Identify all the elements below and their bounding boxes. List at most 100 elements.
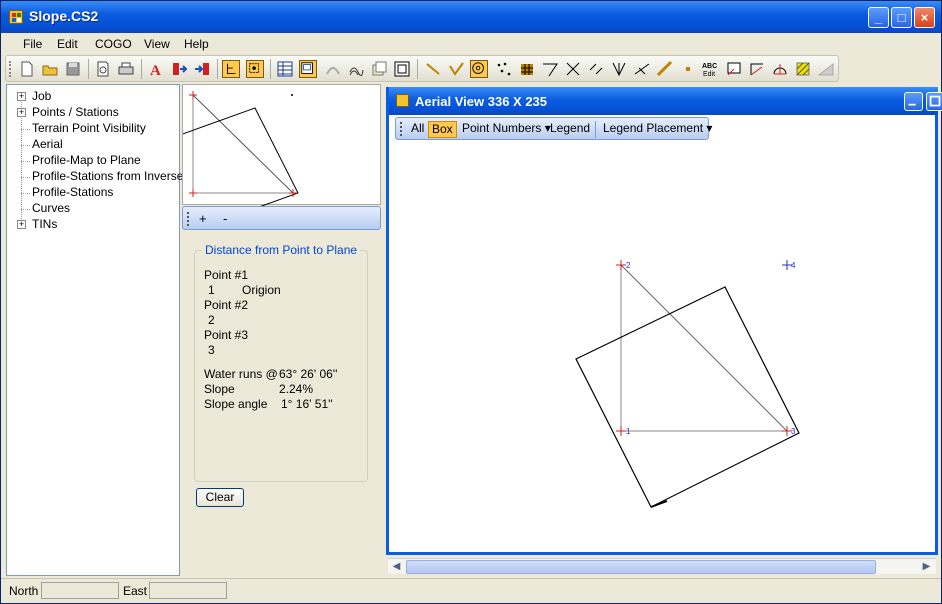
curve-disabled-icon[interactable] xyxy=(324,60,342,78)
slope-value: 2.24% xyxy=(279,382,314,396)
text-edit-icon[interactable]: ABCEdit xyxy=(702,60,720,78)
expand-icon[interactable]: + xyxy=(17,108,26,117)
tree-item[interactable]: Profile-Stations from Inverse xyxy=(32,169,183,183)
arc-icon[interactable] xyxy=(771,60,789,78)
print-preview-icon[interactable] xyxy=(94,60,112,78)
point-numbers-dropdown[interactable]: Point Numbers ▾ xyxy=(459,121,554,138)
text-style-icon[interactable]: A xyxy=(147,60,165,78)
horizontal-scrollbar[interactable]: ◀ ▶ xyxy=(388,558,936,574)
edge-2-3 xyxy=(620,264,788,432)
box-button[interactable]: Box xyxy=(428,121,457,138)
group-title: Distance from Point to Plane xyxy=(202,243,361,257)
menu-view[interactable]: View xyxy=(144,37,170,51)
table-icon[interactable] xyxy=(276,60,294,78)
mini-overview[interactable] xyxy=(182,84,381,206)
title-bar[interactable]: Slope.CS2 _ □ × xyxy=(1,1,941,33)
tangent-icon[interactable] xyxy=(541,60,559,78)
measure-icon[interactable] xyxy=(656,60,674,78)
point1-value: 1 xyxy=(208,283,215,297)
aerial-minimize-button[interactable] xyxy=(904,92,923,111)
point-marker[interactable]: 1 xyxy=(616,426,631,436)
legend-placement-dropdown[interactable]: Legend Placement ▾ xyxy=(600,121,715,138)
contour-icon[interactable] xyxy=(347,60,365,78)
tree-item[interactable]: Profile-Map to Plane xyxy=(32,153,141,167)
line-icon[interactable] xyxy=(424,60,442,78)
print-icon[interactable] xyxy=(117,60,135,78)
zoom-in-button[interactable]: + xyxy=(199,211,207,226)
expand-icon[interactable]: + xyxy=(17,92,26,101)
grid-icon[interactable] xyxy=(518,60,536,78)
open-folder-icon[interactable] xyxy=(41,60,59,78)
tree-item[interactable]: Aerial xyxy=(32,137,63,151)
tree-item[interactable]: Terrain Point Visibility xyxy=(32,121,146,135)
tree-item[interactable]: TINs xyxy=(32,217,57,231)
point-label: 4 xyxy=(791,261,796,270)
legend-button[interactable]: Legend xyxy=(547,121,593,138)
point1-label: Point #1 xyxy=(204,268,249,282)
aerial-title-bar[interactable]: Aerial View 336 X 235 xyxy=(389,87,942,115)
tree-item[interactable]: Points / Stations xyxy=(32,105,119,119)
menu-edit[interactable]: Edit xyxy=(57,37,78,51)
point-marker-icon[interactable] xyxy=(679,60,697,78)
menu-cogo[interactable]: COGO xyxy=(95,37,132,51)
point1-description: Origion xyxy=(242,283,281,297)
intersect-icon[interactable] xyxy=(564,60,582,78)
bisect-icon[interactable] xyxy=(610,60,628,78)
zoom-out-button[interactable]: - xyxy=(223,211,227,226)
tree-item[interactable]: Job xyxy=(32,89,51,103)
toolbar-separator xyxy=(270,59,271,79)
slope-disabled-icon[interactable] xyxy=(817,60,835,78)
corner-icon[interactable] xyxy=(748,60,766,78)
north-label: North xyxy=(9,584,39,598)
toolbar-separator xyxy=(595,121,596,138)
tree-branch-line xyxy=(21,193,30,194)
minimize-icon xyxy=(908,103,916,106)
water-runs-value: 63° 26' 06'' xyxy=(279,367,338,381)
label-icon[interactable] xyxy=(725,60,743,78)
menu-file[interactable]: File xyxy=(23,37,42,51)
frame-icon[interactable] xyxy=(393,60,411,78)
toolbar-grip[interactable] xyxy=(187,212,189,226)
mini-plot xyxy=(183,91,299,206)
scroll-thumb[interactable] xyxy=(406,560,876,574)
point-marker[interactable]: 2 xyxy=(616,260,631,270)
aerial-plot[interactable]: 1 2 3 4 xyxy=(389,141,938,552)
import-icon[interactable] xyxy=(193,60,211,78)
scroll-right-icon[interactable]: ▶ xyxy=(919,560,934,574)
all-button[interactable]: All xyxy=(408,121,427,138)
hatch-icon[interactable] xyxy=(794,60,812,78)
new-file-icon[interactable] xyxy=(18,60,36,78)
extent-tool-button[interactable] xyxy=(246,60,264,78)
aerial-view-window: Aerial View 336 X 235 All Box Point Numb… xyxy=(386,87,942,555)
point-marker[interactable]: 4 xyxy=(782,260,796,270)
layer-icon[interactable] xyxy=(370,60,388,78)
water-runs-label: Water runs @ xyxy=(204,367,278,381)
expand-icon[interactable]: + xyxy=(17,220,26,229)
menu-help[interactable]: Help xyxy=(184,37,209,51)
clear-button[interactable]: Clear xyxy=(196,488,244,507)
tree-item[interactable]: Curves xyxy=(32,201,70,215)
maximize-button[interactable]: □ xyxy=(891,7,912,28)
points-icon[interactable] xyxy=(495,60,513,78)
window-tool-button[interactable] xyxy=(299,60,317,78)
point-label: 2 xyxy=(626,261,631,270)
plane-tool-button[interactable] xyxy=(222,60,240,78)
tree-item[interactable]: Profile-Stations xyxy=(32,185,113,199)
aerial-maximize-button[interactable] xyxy=(926,92,942,111)
perpendicular-icon[interactable] xyxy=(633,60,651,78)
toolbar-grip[interactable] xyxy=(9,61,12,77)
info-panel: Distance from Point to Plane Point #1 1 … xyxy=(182,231,381,577)
save-icon[interactable] xyxy=(64,60,82,78)
close-button[interactable]: × xyxy=(914,7,935,28)
offset-icon[interactable] xyxy=(587,60,605,78)
scroll-left-icon[interactable]: ◀ xyxy=(389,560,404,574)
toolbar-grip[interactable] xyxy=(400,122,402,136)
minimize-button[interactable]: _ xyxy=(868,7,889,28)
angle-icon[interactable] xyxy=(447,60,465,78)
minimize-icon: _ xyxy=(874,10,883,25)
toolbar-separator xyxy=(217,59,218,79)
export-icon[interactable] xyxy=(170,60,188,78)
aerial-app-icon xyxy=(396,94,409,107)
circle-tool-button[interactable] xyxy=(470,60,488,78)
svg-text:ABC: ABC xyxy=(702,63,717,70)
